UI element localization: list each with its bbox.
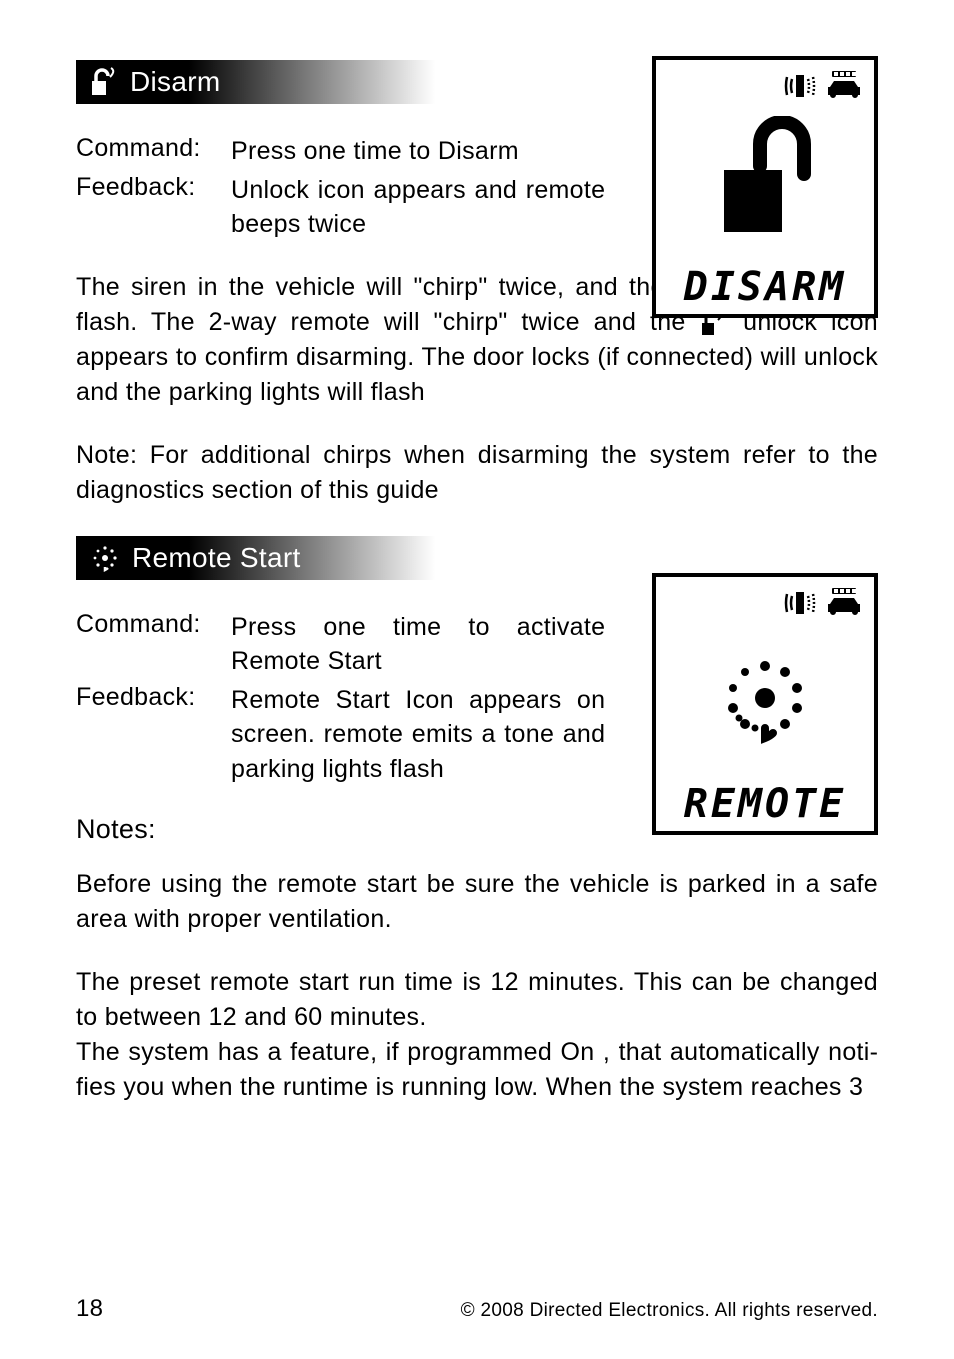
disarm-note-text: Note: For additional chirps when disarmi… (76, 438, 878, 508)
remote-body-1: Before using the remote start be sure th… (76, 867, 878, 937)
section-title: Disarm (130, 66, 220, 98)
section-header-disarm: Disarm (76, 60, 589, 104)
feedback-value: Remote Start Icon appears on screen. rem… (231, 683, 605, 787)
command-label: Command: (76, 134, 231, 169)
remote-start-icon (715, 648, 815, 748)
unlock-icon (90, 67, 118, 97)
section-title: Remote Start (132, 542, 301, 574)
remote-body-3: The system has a feature, if programmed … (76, 1035, 878, 1105)
remote-start-icon (90, 543, 120, 573)
lcd-status-icons (662, 585, 868, 621)
page-number: 18 (76, 1295, 103, 1323)
lcd-screen-disarm: DISARM (652, 56, 878, 318)
feedback-label: Feedback: (76, 683, 231, 787)
remote-body-2: The preset remote start run time is 12 m… (76, 965, 878, 1035)
feedback-value: Unlock icon appears and remote beeps twi… (231, 173, 605, 242)
page-footer: 18 © 2008 Directed Electronics. All righ… (76, 1295, 878, 1323)
remote-command-block: Command: Press one time to activate Remo… (76, 610, 605, 787)
unlock-padlock-icon (710, 116, 820, 246)
command-value: Press one time to activate Remote Start (231, 610, 605, 679)
lcd-center-icon (662, 621, 868, 775)
lcd-center-icon (662, 104, 868, 258)
copyright-text: © 2008 Directed Electronics. All rights … (461, 1300, 878, 1322)
signal-tower-icon (784, 588, 818, 618)
command-value: Press one time to Disarm (231, 134, 605, 169)
battery-car-icon (824, 588, 864, 618)
disarm-command-block: Command: Press one time to Disarm Feedba… (76, 134, 605, 242)
lcd-text-disarm: DISARM (662, 264, 868, 310)
feedback-label: Feedback: (76, 173, 231, 242)
section-header-remote: Remote Start (76, 536, 589, 580)
signal-tower-icon (784, 71, 818, 101)
battery-car-icon (824, 71, 864, 101)
command-label: Command: (76, 610, 231, 679)
lcd-status-icons (662, 68, 868, 104)
lcd-text-remote: REMOTE (662, 781, 868, 827)
lcd-screen-remote: REMOTE (652, 573, 878, 835)
